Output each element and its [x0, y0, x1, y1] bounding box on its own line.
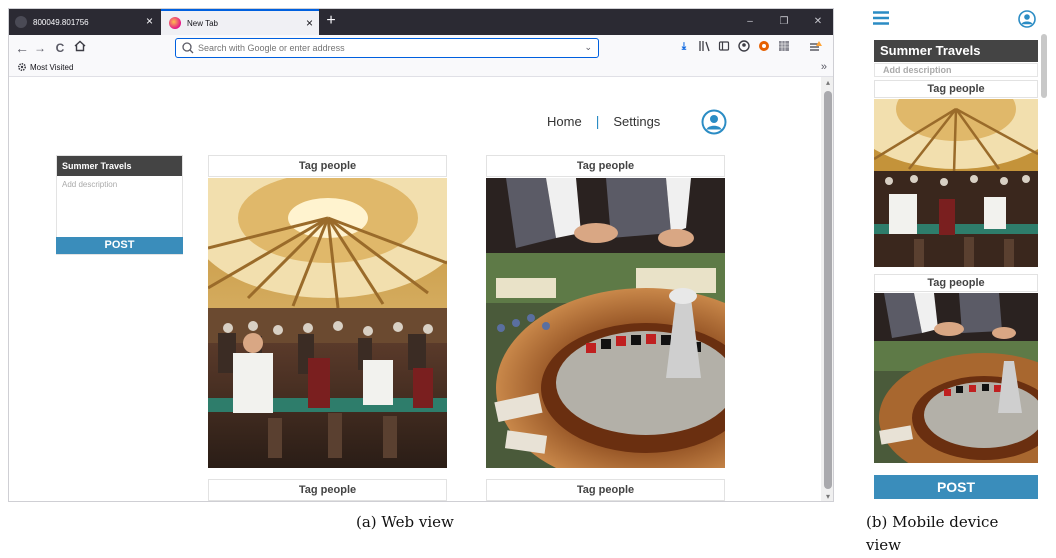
roulette-photo — [874, 293, 1038, 463]
nav-settings-link[interactable]: Settings — [613, 114, 660, 129]
globe-icon — [15, 16, 27, 28]
tag-people-button[interactable]: Tag people — [208, 155, 447, 177]
nav-home-link[interactable]: Home — [547, 114, 582, 129]
web-view-caption: (a) Web view — [356, 513, 454, 531]
minimize-button[interactable]: – — [733, 9, 767, 35]
account-icon[interactable] — [737, 40, 751, 54]
search-icon — [182, 42, 194, 54]
casino-hall-photo — [874, 99, 1038, 267]
forward-arrow-icon[interactable]: → — [31, 39, 49, 57]
window-controls: – ❐ ✕ — [733, 9, 833, 35]
mobile-view-caption-line2: view — [866, 536, 901, 554]
firefox-icon — [169, 17, 181, 29]
bookmarks-toolbar: Most Visited » — [9, 61, 833, 77]
bookmark-label: Most Visited — [30, 62, 74, 72]
new-tab-button[interactable]: + — [321, 11, 341, 31]
tab-bar: 800049.801756 × New Tab × + – ❐ ✕ — [9, 9, 833, 35]
figure: 800049.801756 × New Tab × + – ❐ ✕ ← → C — [0, 0, 1056, 558]
library-icon[interactable] — [697, 40, 711, 54]
grid-icon[interactable] — [777, 40, 791, 54]
scroll-thumb[interactable] — [1041, 34, 1047, 98]
site-navigation: Home | Settings — [547, 113, 660, 129]
nav-separator: | — [595, 113, 600, 129]
tab-inactive[interactable]: 800049.801756 × — [9, 9, 159, 35]
close-icon[interactable]: × — [146, 14, 153, 28]
address-input[interactable] — [198, 43, 578, 53]
chevron-down-icon[interactable]: ⌄ — [584, 42, 592, 53]
album-title-field[interactable]: Summer Travels — [57, 156, 182, 176]
user-avatar-icon[interactable] — [1018, 10, 1036, 28]
mobile-view-caption: (b) Mobile device — [866, 513, 999, 531]
tag-people-button[interactable]: Tag people — [874, 274, 1038, 292]
extension-icon[interactable] — [757, 40, 771, 54]
sidebar-icon[interactable] — [717, 40, 731, 54]
tab-new-tab[interactable]: New Tab × — [161, 9, 319, 35]
bookmarks-overflow-button[interactable]: » — [821, 61, 827, 73]
roulette-photo — [486, 178, 725, 468]
tag-people-button[interactable]: Tag people — [486, 479, 725, 501]
page-viewport: Home | Settings Summer Travels Add descr… — [9, 77, 821, 501]
restore-button[interactable]: ❐ — [767, 9, 801, 35]
reload-icon[interactable]: C — [51, 39, 69, 57]
scroll-thumb[interactable] — [824, 91, 832, 489]
tab-label: New Tab — [187, 18, 218, 28]
back-arrow-icon[interactable]: ← — [13, 39, 31, 57]
tag-people-button[interactable]: Tag people — [486, 155, 725, 177]
address-bar[interactable]: ⌄ — [175, 38, 599, 58]
bookmark-most-visited[interactable]: Most Visited — [17, 62, 73, 72]
home-icon[interactable] — [71, 39, 89, 57]
menu-icon[interactable] — [809, 40, 823, 54]
download-icon[interactable]: ⤓ — [677, 40, 691, 54]
close-icon[interactable]: × — [306, 16, 313, 30]
post-button[interactable]: POST — [874, 475, 1038, 499]
scroll-down-icon[interactable]: ▾ — [821, 491, 833, 501]
post-button[interactable]: POST — [56, 237, 183, 254]
album-title-field[interactable]: Summer Travels — [874, 40, 1038, 62]
tag-people-button[interactable]: Tag people — [874, 80, 1038, 98]
gear-icon — [17, 62, 27, 72]
tag-people-button[interactable]: Tag people — [208, 479, 447, 501]
casino-hall-photo — [208, 178, 447, 468]
browser-window: 800049.801756 × New Tab × + – ❐ ✕ ← → C — [8, 8, 834, 502]
vertical-scrollbar[interactable]: ▴ ▾ — [821, 77, 833, 501]
mobile-view: Summer Travels Add description Tag peopl… — [868, 8, 1050, 502]
description-field[interactable]: Add description — [57, 176, 182, 193]
user-avatar-icon[interactable] — [701, 109, 727, 135]
close-window-button[interactable]: ✕ — [801, 9, 833, 35]
navigation-toolbar: ← → C ⌄ ⤓ — [9, 35, 833, 61]
tab-label: 800049.801756 — [33, 17, 89, 27]
scroll-up-icon[interactable]: ▴ — [821, 77, 833, 89]
description-field[interactable]: Add description — [874, 63, 1038, 77]
hamburger-menu-icon[interactable] — [872, 10, 890, 26]
